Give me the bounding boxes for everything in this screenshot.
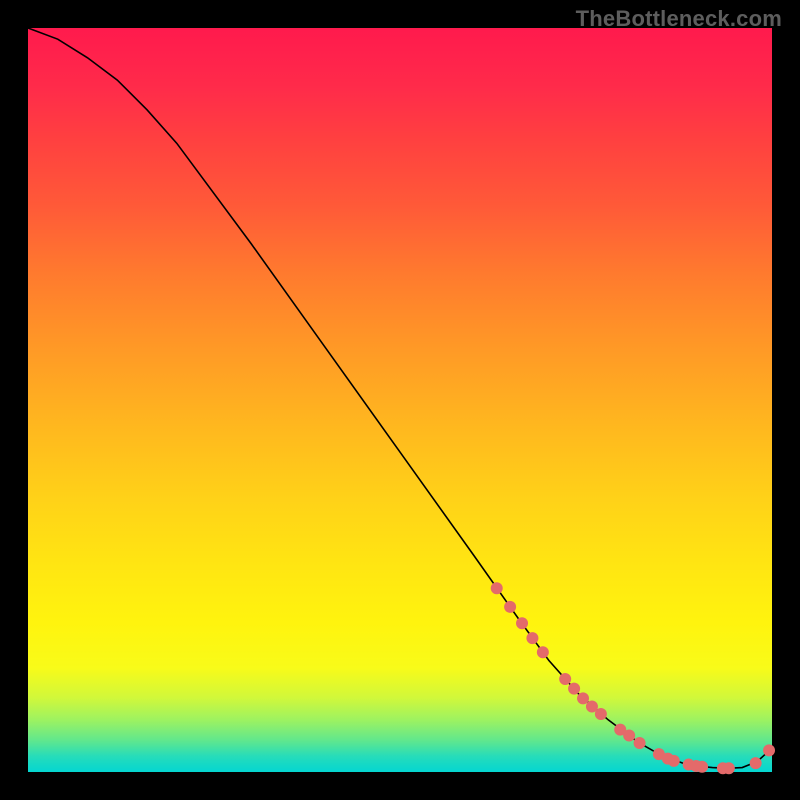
data-marker (491, 582, 503, 594)
data-marker (526, 632, 538, 644)
data-marker (696, 761, 708, 773)
data-marker (595, 708, 607, 720)
data-marker (763, 744, 775, 756)
watermark-text: TheBottleneck.com (576, 6, 782, 32)
data-marker (577, 692, 589, 704)
data-marker (623, 730, 635, 742)
data-marker (568, 683, 580, 695)
marker-layer (491, 582, 775, 774)
data-marker (504, 601, 516, 613)
curve-line (28, 28, 772, 768)
data-marker (537, 646, 549, 658)
data-marker (723, 762, 735, 774)
data-marker (559, 673, 571, 685)
data-marker (750, 757, 762, 769)
data-marker (668, 755, 680, 767)
data-marker (516, 617, 528, 629)
chart-overlay (28, 28, 772, 772)
data-marker (634, 737, 646, 749)
